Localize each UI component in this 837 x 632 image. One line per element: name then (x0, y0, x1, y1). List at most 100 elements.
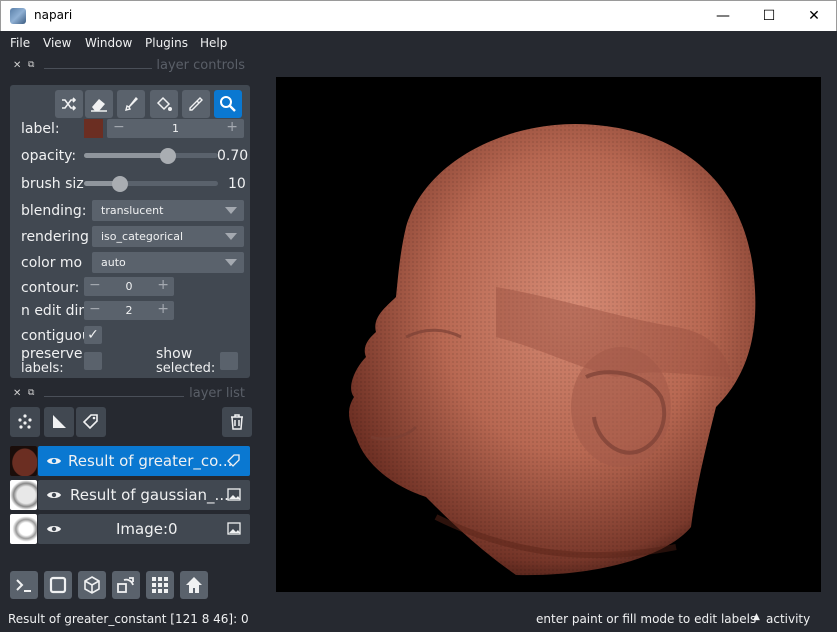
rendering-value: iso_categorical (101, 230, 184, 243)
n-edit-dim-label: n edit din (21, 303, 88, 319)
layer-controls-title: layer controls (156, 58, 245, 73)
blending-dropdown[interactable]: translucent (92, 200, 244, 221)
color-mode-dropdown[interactable]: auto (92, 252, 244, 273)
brush-size-value: 10 (228, 176, 246, 192)
image-layer-type-icon (227, 488, 241, 501)
dock-float-icon[interactable]: ⧉ (28, 60, 34, 70)
paint-button[interactable] (117, 90, 145, 118)
labels-layer-type-icon (227, 454, 240, 467)
menu-window[interactable]: Window (85, 36, 132, 50)
roll-dimensions-button[interactable] (78, 571, 106, 599)
brush-size-slider-handle[interactable] (112, 176, 128, 192)
label-label: label: (21, 121, 60, 137)
layer-row[interactable]: Result of greater_co... (38, 446, 250, 476)
trash-icon (231, 414, 243, 430)
shuffle-icon (62, 97, 77, 111)
opacity-slider-fill (84, 153, 168, 158)
dock-close-icon[interactable]: ✕ (13, 388, 21, 399)
new-shapes-layer-button[interactable] (44, 407, 74, 437)
cube-icon (84, 576, 100, 594)
eye-icon[interactable] (46, 521, 62, 537)
brush-size-label: brush siz (21, 176, 84, 192)
transpose-dimensions-button[interactable] (112, 571, 140, 599)
window-title: napari (34, 8, 73, 22)
home-button[interactable] (180, 571, 208, 599)
maximize-button[interactable]: ☐ (746, 1, 792, 31)
label-stepper[interactable]: − 1 + (107, 119, 244, 138)
console-button[interactable] (10, 571, 38, 599)
menu-bar: File View Window Plugins Help (0, 31, 837, 54)
grid-view-button[interactable] (146, 571, 174, 599)
status-coordinates: Result of greater_constant [121 8 46]: 0 (8, 612, 249, 626)
terminal-icon (16, 579, 31, 592)
layer-row[interactable]: Result of gaussian_... (38, 480, 250, 510)
opacity-slider-handle[interactable] (160, 148, 176, 164)
eye-icon[interactable] (46, 487, 62, 503)
napari-app-icon (10, 8, 26, 24)
increment-icon[interactable]: + (157, 277, 169, 293)
preserve-labels-label: preserve (21, 346, 83, 362)
shuffle-colors-button[interactable] (55, 90, 83, 118)
chevron-down-icon (225, 233, 237, 240)
contiguous-label: contiguou (21, 328, 91, 344)
dock-close-icon[interactable]: ✕ (13, 60, 21, 71)
layer-controls-header: ✕ ⧉ layer controls (0, 58, 245, 78)
new-labels-layer-button[interactable] (76, 407, 106, 437)
viewer-canvas[interactable] (276, 77, 821, 592)
show-selected-checkbox[interactable] (220, 352, 238, 370)
maximize-icon: ☐ (762, 8, 776, 24)
layer-thumbnail-labels (10, 446, 37, 476)
menu-plugins[interactable]: Plugins (145, 36, 188, 50)
rendering-dropdown[interactable]: iso_categorical (92, 226, 244, 247)
blending-value: translucent (101, 204, 164, 217)
fill-bucket-icon (156, 96, 172, 111)
increment-icon[interactable]: + (157, 301, 169, 317)
layer-list-header: ✕ ⧉ layer list (0, 386, 245, 406)
menu-help[interactable]: Help (200, 36, 227, 50)
pan-zoom-button[interactable] (214, 90, 242, 118)
points-icon (18, 414, 32, 429)
square-icon (49, 576, 67, 594)
preserve-labels-label-line2: labels: (21, 361, 64, 376)
status-hint: enter paint or fill mode to edit labels (536, 612, 757, 626)
activity-button[interactable]: activity (766, 612, 810, 626)
new-points-layer-button[interactable] (10, 407, 40, 437)
header-divider (44, 396, 184, 397)
volume-rendering-head (276, 77, 821, 592)
minimize-icon: — (716, 8, 730, 24)
status-bar: Result of greater_constant [121 8 46]: 0… (0, 608, 837, 632)
dock-float-icon[interactable]: ⧉ (28, 388, 34, 398)
layer-name: Result of greater_co... (68, 452, 233, 470)
close-icon: ✕ (808, 8, 820, 24)
contiguous-checkbox[interactable]: ✓ (84, 326, 102, 344)
contour-stepper[interactable]: − 0 + (84, 277, 174, 296)
menu-file[interactable]: File (10, 36, 30, 50)
layer-thumbnail-image (10, 514, 37, 544)
chevron-up-icon[interactable]: ▲ (753, 612, 760, 622)
rotate-icon (117, 577, 134, 593)
close-button[interactable]: ✕ (791, 1, 837, 31)
delete-layer-button[interactable] (222, 407, 252, 437)
minimize-button[interactable]: — (700, 1, 746, 31)
fill-button[interactable] (150, 90, 178, 118)
eye-icon[interactable] (46, 453, 62, 469)
opacity-value: 0.70 (217, 148, 249, 164)
layer-name: Image:0 (116, 520, 178, 538)
layer-thumbnail-gaussian (10, 480, 37, 510)
preserve-labels-checkbox[interactable] (84, 352, 102, 370)
eraser-icon (91, 99, 107, 112)
erase-button[interactable] (85, 90, 113, 118)
layer-row[interactable]: Image:0 (38, 514, 250, 544)
layer-controls-panel: label: − 1 + opacity: 0.70 brush siz 10 … (10, 85, 250, 378)
label-color-swatch (84, 119, 103, 138)
color-mode-value: auto (101, 256, 126, 269)
pick-button[interactable] (182, 90, 210, 118)
n-edit-dim-stepper[interactable]: − 2 + (84, 301, 174, 320)
menu-view[interactable]: View (43, 36, 71, 50)
chevron-down-icon (225, 259, 237, 266)
layer-name: Result of gaussian_... (70, 486, 229, 504)
toggle-ndisplay-button[interactable] (44, 571, 72, 599)
chevron-down-icon (225, 207, 237, 214)
increment-icon[interactable]: + (226, 119, 238, 135)
header-divider (44, 68, 152, 69)
